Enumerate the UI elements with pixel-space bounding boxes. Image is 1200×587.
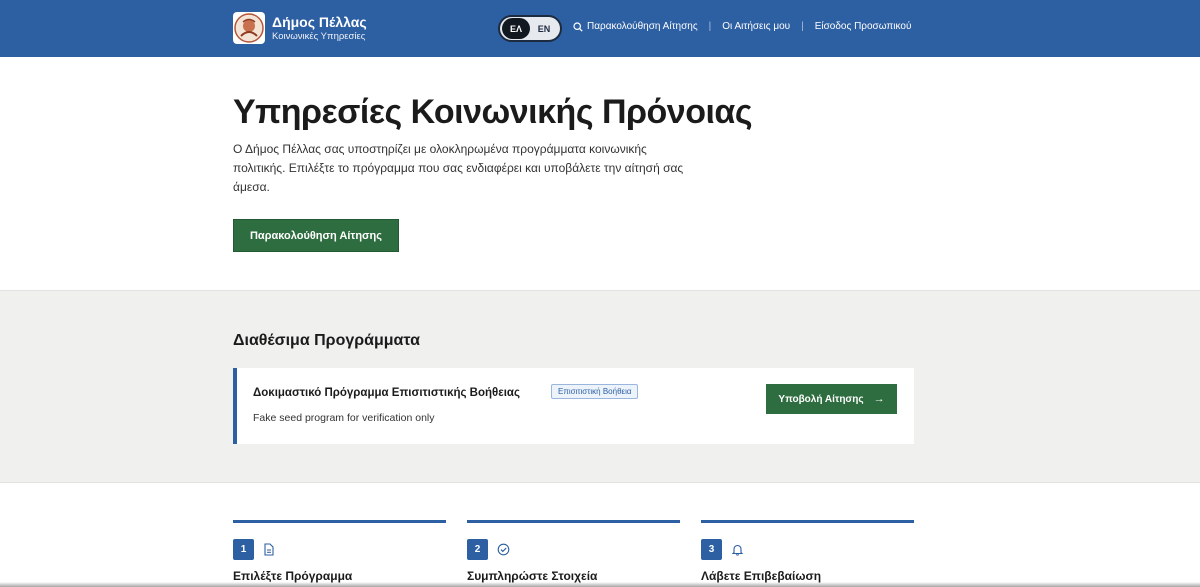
step-divider bbox=[701, 520, 914, 523]
nav-staff-login[interactable]: Είσοδος Προσωπικού bbox=[815, 21, 912, 32]
top-navigation-bar: Δήμος Πέλλας Κοινωνικές Υπηρεσίες ΕΛ EN … bbox=[0, 0, 1200, 57]
window-bottom-edge bbox=[0, 582, 1200, 587]
submit-application-label: Υποβολή Αίτησης bbox=[778, 393, 864, 405]
page-title: Υπηρεσίες Κοινωνικής Πρόνοιας bbox=[233, 93, 753, 131]
programs-section: Διαθέσιμα Προγράμματα Δοκιμαστικό Πρόγρα… bbox=[0, 290, 1200, 483]
track-application-button[interactable]: Παρακολούθηση Αίτησης bbox=[233, 219, 399, 252]
nav-my-applications[interactable]: Οι Αιτήσεις μου bbox=[722, 21, 790, 32]
document-icon bbox=[263, 543, 275, 556]
step-number: 1 bbox=[233, 539, 254, 560]
program-description: Fake seed program for verification only bbox=[253, 412, 435, 424]
submit-application-button[interactable]: Υποβολή Αίτησης → bbox=[766, 384, 897, 414]
nav-separator: | bbox=[801, 21, 804, 32]
check-circle-icon bbox=[497, 543, 510, 556]
program-card: Δοκιμαστικό Πρόγραμμα Επισιτιστικής Βοήθ… bbox=[233, 368, 914, 444]
step-title: Λάβετε Επιβεβαίωση bbox=[701, 569, 822, 583]
nav-separator: | bbox=[708, 21, 712, 32]
arrow-right-icon: → bbox=[873, 393, 885, 405]
lang-el-button[interactable]: ΕΛ bbox=[502, 18, 530, 39]
nav-track-application[interactable]: Παρακολούθηση Αίτησης bbox=[573, 21, 698, 32]
program-category-badge: Επισιτιστική Βοήθεια bbox=[551, 384, 639, 399]
step-3: 3 Λάβετε Επιβεβαίωση bbox=[701, 520, 914, 583]
brand-title: Δήμος Πέλλας bbox=[272, 13, 367, 30]
step-1: 1 Επιλέξτε Πρόγραμμα bbox=[233, 520, 446, 583]
program-name: Δοκιμαστικό Πρόγραμμα Επισιτιστικής Βοήθ… bbox=[253, 387, 520, 399]
step-title: Συμπληρώστε Στοιχεία bbox=[467, 569, 598, 583]
step-number: 3 bbox=[701, 539, 722, 560]
step-title: Επιλέξτε Πρόγραμμα bbox=[233, 569, 353, 583]
search-icon bbox=[573, 21, 583, 32]
step-2: 2 Συμπληρώστε Στοιχεία bbox=[467, 520, 680, 583]
bell-icon bbox=[731, 543, 744, 556]
hero-description: Ο Δήμος Πέλλας σας υποστηρίζει με ολοκλη… bbox=[233, 142, 684, 194]
programs-heading: Διαθέσιμα Προγράμματα bbox=[233, 332, 420, 349]
step-divider bbox=[467, 520, 680, 523]
nav-track-label: Παρακολούθηση Αίτησης bbox=[587, 21, 698, 32]
municipality-logo bbox=[233, 12, 265, 44]
language-switcher[interactable]: ΕΛ EN bbox=[498, 15, 562, 42]
step-number: 2 bbox=[467, 539, 488, 560]
brand-subtitle: Κοινωνικές Υπηρεσίες bbox=[272, 30, 366, 42]
lang-en-button[interactable]: EN bbox=[530, 18, 558, 39]
step-divider bbox=[233, 520, 446, 523]
brand[interactable]: Δήμος Πέλλας Κοινωνικές Υπηρεσίες bbox=[233, 12, 367, 44]
header-nav: Παρακολούθηση Αίτησης | Οι Αιτήσεις μου … bbox=[573, 21, 911, 32]
